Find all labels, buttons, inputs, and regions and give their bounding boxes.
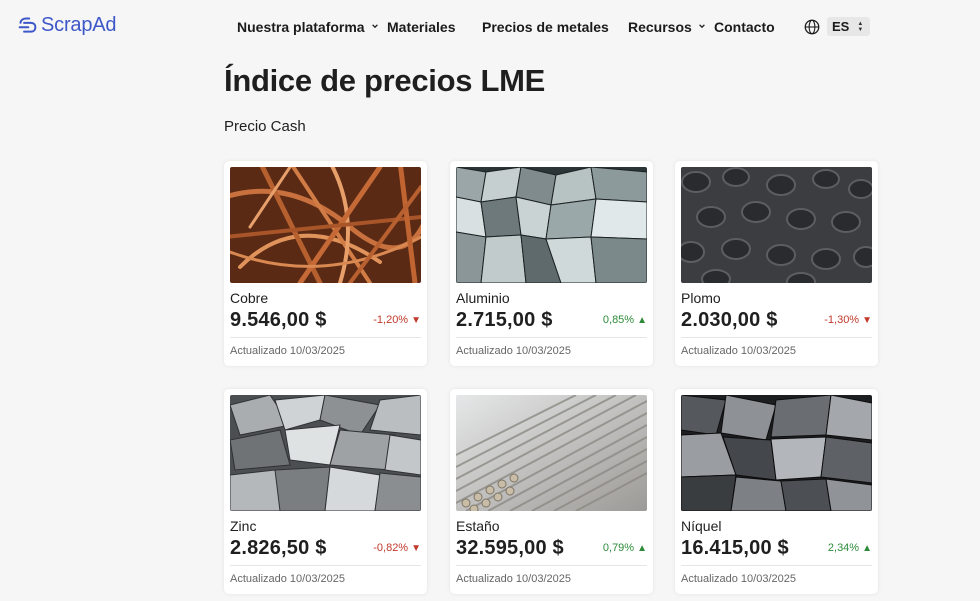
scrapad-logo-icon: [18, 17, 37, 33]
nav-contact[interactable]: Contacto: [714, 19, 775, 35]
divider: [456, 565, 647, 566]
triangle-down-icon: ▼: [862, 314, 872, 326]
price-change: -1,30% ▼: [824, 314, 872, 326]
metal-card-lead[interactable]: Plomo 2.030,00 $ -1,30% ▼ Actualizado 10…: [675, 161, 878, 366]
nav-materials-label: Materiales: [387, 19, 456, 35]
price-change: 0,85% ▲: [603, 314, 647, 326]
metal-name: Níquel: [681, 518, 722, 534]
globe-icon: [803, 18, 821, 36]
nav-platform-label: Nuestra plataforma: [237, 19, 365, 35]
updated-date: Actualizado 10/03/2025: [456, 573, 571, 585]
price-change: 0,79% ▲: [603, 542, 647, 554]
metal-card-tin[interactable]: Estaño 32.595,00 $ 0,79% ▲ Actualizado 1…: [450, 389, 653, 594]
select-arrows-icon: ▲ ▼: [857, 20, 864, 33]
copper-scrap-image: [230, 167, 421, 283]
price-change-value: -0,82%: [373, 542, 409, 554]
metal-name: Estaño: [456, 518, 500, 534]
triangle-up-icon: ▲: [637, 314, 647, 326]
metal-card-zinc[interactable]: Zinc 2.826,50 $ -0,82% ▼ Actualizado 10/…: [224, 389, 427, 594]
price-change: -1,20% ▼: [373, 314, 421, 326]
lead-slugs-image: [681, 167, 872, 283]
tin-bars-image: [456, 395, 647, 511]
updated-date: Actualizado 10/03/2025: [230, 345, 345, 357]
price-change-value: 0,79%: [602, 542, 635, 554]
metal-name: Aluminio: [456, 290, 510, 306]
page-title: Índice de precios LME: [224, 63, 546, 98]
metal-price: 9.546,00 $: [230, 309, 327, 331]
chevron-down-icon: [698, 22, 706, 30]
triangle-up-icon: ▲: [862, 542, 872, 554]
nav-contact-label: Contacto: [714, 19, 775, 35]
divider: [681, 337, 872, 338]
metal-price: 2.826,50 $: [230, 537, 327, 559]
divider: [230, 337, 421, 338]
language-select[interactable]: ES ▲ ▼: [827, 17, 870, 36]
price-change: -0,82% ▼: [373, 542, 421, 554]
brand-name: ScrapAd: [41, 14, 117, 36]
metal-name: Zinc: [230, 518, 257, 534]
triangle-down-icon: ▼: [411, 314, 421, 326]
top-navigation: ScrapAd Nuestra plataforma Materiales Pr…: [0, 0, 980, 54]
price-change-value: 2,34%: [827, 542, 860, 554]
divider: [681, 565, 872, 566]
aluminium-scrap-image: [456, 167, 647, 283]
nav-resources-label: Recursos: [628, 19, 692, 35]
divider: [456, 337, 647, 338]
updated-date: Actualizado 10/03/2025: [456, 345, 571, 357]
nav-resources[interactable]: Recursos: [628, 19, 706, 35]
price-change: 2,34% ▲: [828, 542, 872, 554]
metal-price: 32.595,00 $: [456, 537, 564, 559]
divider: [230, 565, 421, 566]
updated-date: Actualizado 10/03/2025: [681, 345, 796, 357]
zinc-scrap-image: [230, 395, 421, 511]
metal-price: 2.030,00 $: [681, 309, 778, 331]
price-change-value: -1,20%: [373, 314, 409, 326]
page-subtitle: Precio Cash: [224, 118, 306, 135]
price-change-value: -1,30%: [824, 314, 860, 326]
language-switcher[interactable]: ES ▲ ▼: [803, 17, 870, 36]
metal-name: Plomo: [681, 290, 721, 306]
updated-date: Actualizado 10/03/2025: [230, 573, 345, 585]
price-change-value: 0,85%: [602, 314, 635, 326]
triangle-up-icon: ▲: [637, 542, 647, 554]
nav-metal-prices-label: Precios de metales: [482, 19, 609, 35]
nickel-chunks-image: [681, 395, 872, 511]
updated-date: Actualizado 10/03/2025: [681, 573, 796, 585]
triangle-down-icon: ▼: [411, 542, 421, 554]
chevron-down-icon: [371, 22, 379, 30]
nav-materials[interactable]: Materiales: [387, 19, 455, 35]
metal-price: 16.415,00 $: [681, 537, 789, 559]
brand-logo[interactable]: ScrapAd: [17, 14, 117, 37]
metal-price: 2.715,00 $: [456, 309, 553, 331]
nav-metal-prices[interactable]: Precios de metales: [482, 19, 609, 35]
metal-card-nickel[interactable]: Níquel 16.415,00 $ 2,34% ▲ Actualizado 1…: [675, 389, 878, 594]
language-select-value: ES: [832, 19, 850, 34]
metal-name: Cobre: [230, 290, 269, 306]
nav-platform[interactable]: Nuestra plataforma: [237, 19, 379, 35]
metal-card-aluminium[interactable]: Aluminio 2.715,00 $ 0,85% ▲ Actualizado …: [450, 161, 653, 366]
metal-card-copper[interactable]: Cobre 9.546,00 $ -1,20% ▼ Actualizado 10…: [224, 161, 427, 366]
